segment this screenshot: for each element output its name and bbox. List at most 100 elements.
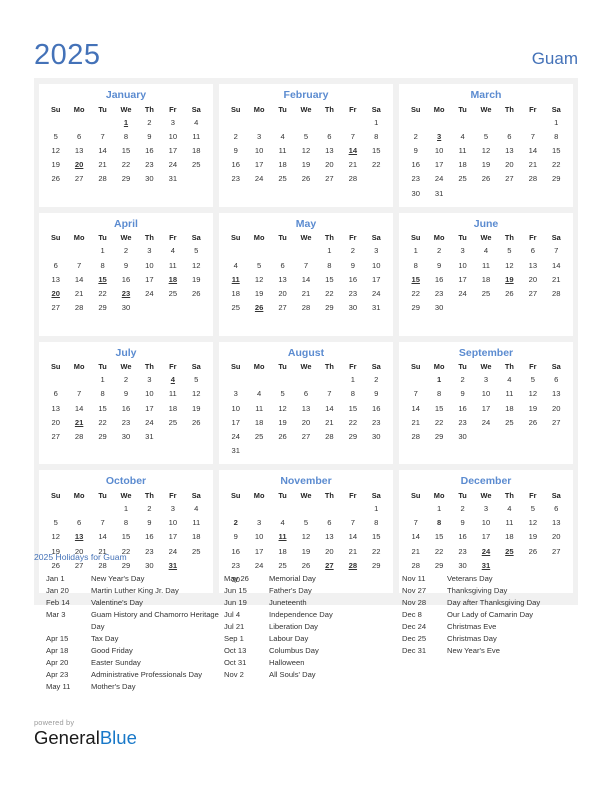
day-cell: 6 <box>53 260 58 270</box>
month-card-july: July Su Mo Tu We Th Fr Sa 1 2 3 4 5 6 7 8 9 10 11 12 13 14 15… <box>39 341 213 465</box>
week-row: 9 10 11 12 13 14 15 <box>224 531 388 545</box>
day-cell-empty <box>404 373 427 387</box>
day-cell: 30 <box>411 188 420 198</box>
holiday-date: Dec 25 <box>402 633 427 643</box>
week-row <box>44 315 208 329</box>
day-cell: 26 <box>278 431 287 441</box>
day-cell-empty <box>114 187 137 201</box>
day-cell: 14 <box>301 274 311 284</box>
weekday-header-fr: Fr <box>349 104 357 114</box>
weekday-header-su: Su <box>230 104 241 114</box>
day-cell: 1 <box>100 246 105 256</box>
holiday-name: New Year's Day <box>91 574 145 583</box>
day-cell: 5 <box>280 389 285 399</box>
day-cell-empty <box>545 444 568 458</box>
day-cell: 1 <box>327 246 332 256</box>
day-cell: 18 <box>481 274 491 284</box>
weekday-header-su: Su <box>410 362 421 372</box>
day-cell: 25 <box>168 288 178 298</box>
day-cell: 3 <box>483 375 489 385</box>
holiday-name: Christmas Eve <box>447 621 497 631</box>
day-cell: 25 <box>192 160 201 170</box>
day-cell: 9 <box>374 389 379 399</box>
weekday-header-we: We <box>480 104 492 114</box>
holidays-columns: Jan 1 New Year's Day Jan 20 Martin Luther K… <box>34 573 578 693</box>
day-cell: 27 <box>552 417 561 427</box>
day-cell-empty <box>224 502 247 516</box>
day-cell: 26 <box>192 288 201 298</box>
day-cell: 17 <box>372 274 381 284</box>
day-cell-empty <box>224 116 247 130</box>
day-cell: 25 <box>231 303 240 313</box>
day-cell-empty <box>365 444 388 458</box>
weekday-header-su: Su <box>230 233 241 243</box>
month-name-label: July <box>115 346 137 359</box>
day-cell: 20 <box>552 403 561 413</box>
weekday-header-we: We <box>480 362 492 372</box>
day-cell: 22 <box>552 160 561 170</box>
holiday-date: Apr 15 <box>46 633 69 643</box>
holiday-date: Dec 31 <box>402 645 427 655</box>
holiday-list-item: Jul 21 Liberation Day <box>224 621 402 633</box>
day-cell: 2 <box>350 246 355 256</box>
day-cell: 16 <box>372 403 381 413</box>
holiday-list-item: Nov 2 All Souls' Day <box>224 669 402 681</box>
day-cell: 13 <box>552 518 561 528</box>
holiday-list-item: Oct 31 Halloween <box>224 657 402 669</box>
day-cell-empty <box>318 444 341 458</box>
day-cell: 18 <box>231 288 240 298</box>
day-cell: 15 <box>348 403 358 413</box>
week-row: 4 5 6 7 8 9 10 <box>224 259 388 273</box>
day-cell: 11 <box>482 260 490 270</box>
day-cell: 11 <box>168 389 177 399</box>
month-table: Su Mo Tu We Th Fr Sa 1 2 3 4 5 6 7 8 9 10 11 12 13 14 15 16 17… <box>44 362 208 458</box>
day-cell: 27 <box>278 303 287 313</box>
day-cell: 5 <box>53 131 58 141</box>
day-cell: 5 <box>507 246 512 256</box>
day-cell-empty <box>247 315 270 329</box>
day-cell: 27 <box>505 174 514 184</box>
day-cell-empty <box>521 444 544 458</box>
day-cell-empty <box>498 301 521 315</box>
day-cell: 20 <box>528 274 538 284</box>
holiday-list-item: Jun 19 Juneteenth <box>224 597 402 609</box>
day-cell: 4 <box>507 375 512 385</box>
page-header: 2025 Guam <box>34 34 578 70</box>
day-cell: 13 <box>325 532 334 542</box>
day-cell: 24 <box>481 417 491 427</box>
month-card-september: September Su Mo Tu We Th Fr Sa 1 2 3 4 5 6 7 8 9 10 11 12 1… <box>399 341 573 465</box>
weekday-header-sa: Sa <box>191 104 201 114</box>
holiday-name: Administrative Professionals Day <box>91 669 202 679</box>
day-cell-holiday: 20 <box>74 160 84 170</box>
day-cell: 6 <box>554 504 559 514</box>
weekday-header-tu: Tu <box>278 233 287 243</box>
day-cell: 30 <box>458 431 467 441</box>
day-cell: 4 <box>233 260 238 270</box>
day-cell: 10 <box>231 403 240 413</box>
day-cell: 3 <box>170 117 175 127</box>
holidays-section: 2025 Holidays for Guam Jan 1 New Year's D… <box>34 552 578 693</box>
day-cell-empty <box>545 315 568 329</box>
day-cell-empty <box>341 315 364 329</box>
weekday-header-we: We <box>480 233 492 243</box>
calendar-grid: January Su Mo Tu We Th Fr Sa 1 2 3 4 5 6 7 8 9 10 11 12 13 1… <box>34 78 578 606</box>
day-cell: 12 <box>505 260 514 270</box>
day-cell-empty <box>451 187 474 201</box>
day-cell: 26 <box>528 417 538 427</box>
day-cell-empty <box>427 116 450 130</box>
day-cell: 3 <box>147 246 152 256</box>
weekday-header-fr: Fr <box>169 362 177 372</box>
day-cell-empty <box>294 245 317 259</box>
holiday-name: All Souls' Day <box>269 669 316 679</box>
holiday-date: Nov 11 <box>402 574 426 583</box>
day-cell: 21 <box>325 417 334 427</box>
month-table: Su Mo Tu We Th Fr Sa 1 2 3 4 5 6 7 8 9 10 11 12 13 14 15 16 17… <box>44 233 208 329</box>
day-cell: 2 <box>413 131 418 141</box>
day-cell: 10 <box>434 145 444 155</box>
day-cell: 1 <box>350 375 355 385</box>
day-cell-empty <box>498 187 521 201</box>
day-cell-empty <box>224 245 247 259</box>
weekday-header-su: Su <box>230 490 241 500</box>
day-cell: 8 <box>327 260 332 270</box>
day-cell: 5 <box>194 246 199 256</box>
